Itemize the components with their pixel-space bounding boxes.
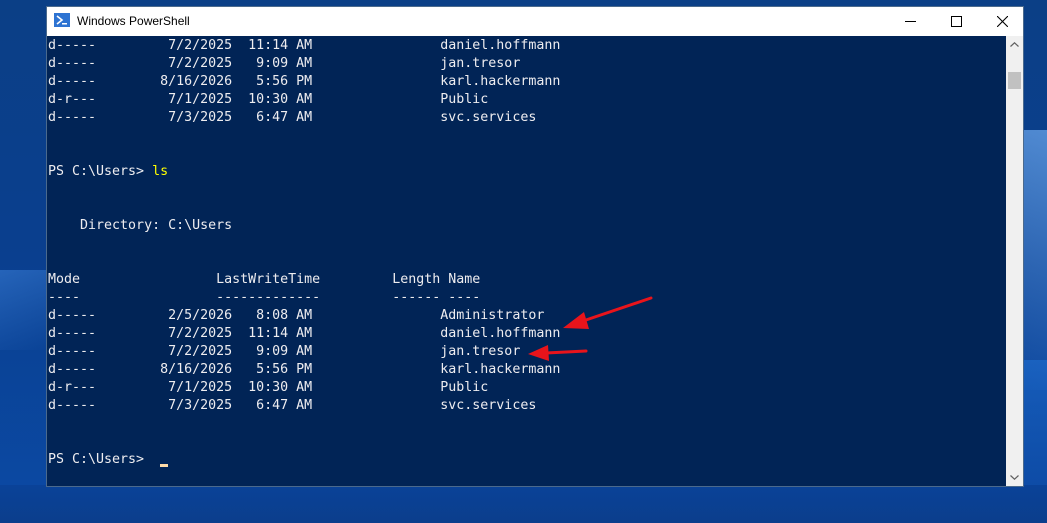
text-cursor	[160, 464, 169, 467]
console-line-text: Mode LastWriteTime Length Name	[48, 272, 481, 287]
console-line-text: d----- 7/2/2025 11:14 AM daniel.hoffmann	[48, 326, 561, 341]
console-line: d----- 7/2/2025 11:14 AM daniel.hoffmann	[48, 325, 560, 343]
console-line: d----- 8/16/2026 5:56 PM karl.hackermann	[48, 361, 560, 379]
console-line: d----- 7/3/2025 6:47 AM svc.services	[48, 397, 536, 415]
console-line-text: Directory: C:\Users	[48, 218, 233, 233]
console-line: PS C:\Users>	[48, 451, 169, 469]
powershell-icon[interactable]	[54, 13, 70, 27]
console-line-text: d----- 8/16/2026 5:56 PM karl.hackermann	[48, 362, 561, 377]
console-line: Mode LastWriteTime Length Name	[48, 271, 480, 289]
console-line-text: PS C:\Users>	[48, 452, 153, 467]
close-icon	[997, 16, 1008, 27]
scroll-down-button[interactable]	[1006, 469, 1023, 486]
console-line-text: d----- 7/3/2025 6:47 AM svc.services	[48, 398, 537, 413]
minimize-button[interactable]	[887, 7, 933, 36]
console-line-text: PS C:\Users>	[48, 164, 153, 179]
maximize-button[interactable]	[933, 7, 979, 36]
console-line: d----- 7/2/2025 9:09 AM jan.tresor	[48, 343, 520, 361]
minimize-icon	[905, 21, 916, 22]
console-line-text: d----- 8/16/2026 5:56 PM karl.hackermann	[48, 74, 561, 89]
console-line-text: d-r--- 7/1/2025 10:30 AM Public	[48, 92, 489, 107]
console-line-text: d-r--- 7/1/2025 10:30 AM Public	[48, 380, 489, 395]
window-title: Windows PowerShell	[77, 14, 190, 28]
console-line: d----- 7/2/2025 11:14 AM daniel.hoffmann	[48, 37, 560, 55]
console-line: PS C:\Users> ls	[48, 163, 168, 181]
console-line-text: d----- 7/3/2025 6:47 AM svc.services	[48, 110, 537, 125]
console-line-text: d----- 7/2/2025 11:14 AM daniel.hoffmann	[48, 38, 561, 53]
console-output[interactable]: d----- 7/2/2025 11:14 AM daniel.hoffmann…	[47, 36, 1006, 486]
title-bar[interactable]: Windows PowerShell	[47, 7, 1023, 36]
console-line: d----- 7/3/2025 6:47 AM svc.services	[48, 109, 536, 127]
console-line-text: ---- ------------- ------ ----	[48, 290, 481, 305]
console-line: d----- 7/2/2025 9:09 AM jan.tresor	[48, 55, 520, 73]
console-line-text: d----- 2/5/2026 8:08 AM Administrator	[48, 308, 545, 323]
console-line: d----- 8/16/2026 5:56 PM karl.hackermann	[48, 73, 560, 91]
console-line: Directory: C:\Users	[48, 217, 232, 235]
console-line: d----- 2/5/2026 8:08 AM Administrator	[48, 307, 544, 325]
chevron-down-icon	[1010, 475, 1019, 480]
console-command: ls	[152, 164, 169, 179]
chevron-up-icon	[1010, 42, 1019, 47]
vertical-scrollbar[interactable]	[1006, 36, 1023, 486]
console-line: ---- ------------- ------ ----	[48, 289, 480, 307]
scroll-up-button[interactable]	[1006, 36, 1023, 53]
console-line-text: d----- 7/2/2025 9:09 AM jan.tresor	[48, 56, 521, 71]
console-line-text: d----- 7/2/2025 9:09 AM jan.tresor	[48, 344, 521, 359]
close-button[interactable]	[979, 7, 1025, 36]
powershell-window: Windows PowerShell d----- 7/2/2025 11:14…	[46, 6, 1024, 487]
maximize-icon	[951, 16, 962, 27]
console-line: d-r--- 7/1/2025 10:30 AM Public	[48, 379, 488, 397]
scroll-thumb[interactable]	[1008, 72, 1021, 89]
console-line: d-r--- 7/1/2025 10:30 AM Public	[48, 91, 488, 109]
